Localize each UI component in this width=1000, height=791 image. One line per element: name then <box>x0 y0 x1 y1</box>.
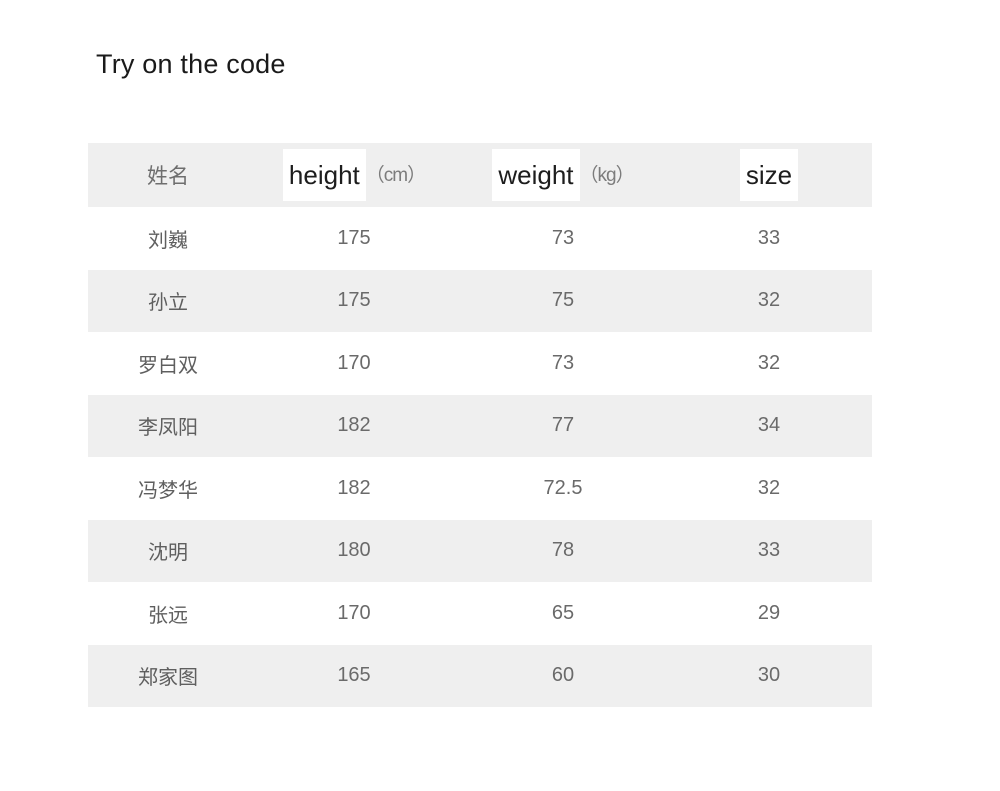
table-row: 冯梦华 182 72.5 32 <box>88 457 872 520</box>
size-measurements-table: 姓名 height （cm） weight （kg） size 刘巍 175 7… <box>88 143 872 707</box>
column-header-size: size <box>666 143 872 207</box>
cell-height: 165 <box>337 664 371 687</box>
cell-height: 170 <box>337 601 371 624</box>
cell-name: 罗白双 <box>138 354 198 377</box>
cell-height: 182 <box>337 414 371 437</box>
column-header-name: 姓名 <box>88 143 248 207</box>
cell-weight: 78 <box>551 539 575 562</box>
table-row: 罗白双 170 73 32 <box>88 332 872 395</box>
table-row: 孙立 175 75 32 <box>88 269 872 332</box>
cell-size: 30 <box>757 664 781 687</box>
table-body: 刘巍 175 73 33 孙立 175 75 32 罗白双 170 73 32 … <box>88 207 872 707</box>
cell-size: 32 <box>757 289 781 312</box>
column-header-height-highlight: height <box>282 149 366 201</box>
cell-height: 170 <box>337 351 371 374</box>
column-header-height: height （cm） <box>248 143 460 207</box>
cell-size: 33 <box>757 539 781 562</box>
table-row: 沈明 180 78 33 <box>88 519 872 582</box>
page-root: Try on the code 姓名 height （cm） weight （k… <box>0 0 1000 791</box>
cell-weight: 72.5 <box>543 476 583 499</box>
cell-name: 李凤阳 <box>138 417 198 440</box>
cell-size: 29 <box>757 601 781 624</box>
column-header-weight: weight （kg） <box>460 143 666 207</box>
cell-name: 冯梦华 <box>138 479 198 502</box>
cell-name: 沈明 <box>148 542 188 565</box>
cell-weight: 60 <box>551 664 575 687</box>
table-row: 郑家图 165 60 30 <box>88 644 872 707</box>
cell-name: 张远 <box>148 604 188 627</box>
cell-weight: 65 <box>551 601 575 624</box>
cell-size: 33 <box>757 226 781 249</box>
cell-height: 175 <box>337 226 371 249</box>
table-row: 刘巍 175 73 33 <box>88 207 872 270</box>
column-header-height-unit: （cm） <box>365 164 426 186</box>
cell-size: 32 <box>757 476 781 499</box>
cell-size: 32 <box>757 351 781 374</box>
column-header-name-label: 姓名 <box>147 165 189 188</box>
cell-height: 182 <box>337 476 371 499</box>
cell-name: 刘巍 <box>148 229 188 252</box>
table-row: 张远 170 65 29 <box>88 582 872 645</box>
column-header-weight-unit: （kg） <box>579 164 635 186</box>
cell-weight: 75 <box>551 289 575 312</box>
column-header-weight-highlight: weight <box>492 149 580 201</box>
cell-height: 180 <box>337 539 371 562</box>
cell-weight: 77 <box>551 414 575 437</box>
column-header-size-highlight: size <box>739 149 799 201</box>
page-title: Try on the code <box>96 49 286 79</box>
cell-name: 孙立 <box>148 292 188 315</box>
cell-name: 郑家图 <box>138 667 198 690</box>
table-header-row: 姓名 height （cm） weight （kg） size <box>88 143 872 207</box>
cell-size: 34 <box>757 414 781 437</box>
table-row: 李凤阳 182 77 34 <box>88 394 872 457</box>
cell-height: 175 <box>337 289 371 312</box>
cell-weight: 73 <box>551 226 575 249</box>
table-header: 姓名 height （cm） weight （kg） size <box>88 143 872 207</box>
cell-weight: 73 <box>551 351 575 374</box>
